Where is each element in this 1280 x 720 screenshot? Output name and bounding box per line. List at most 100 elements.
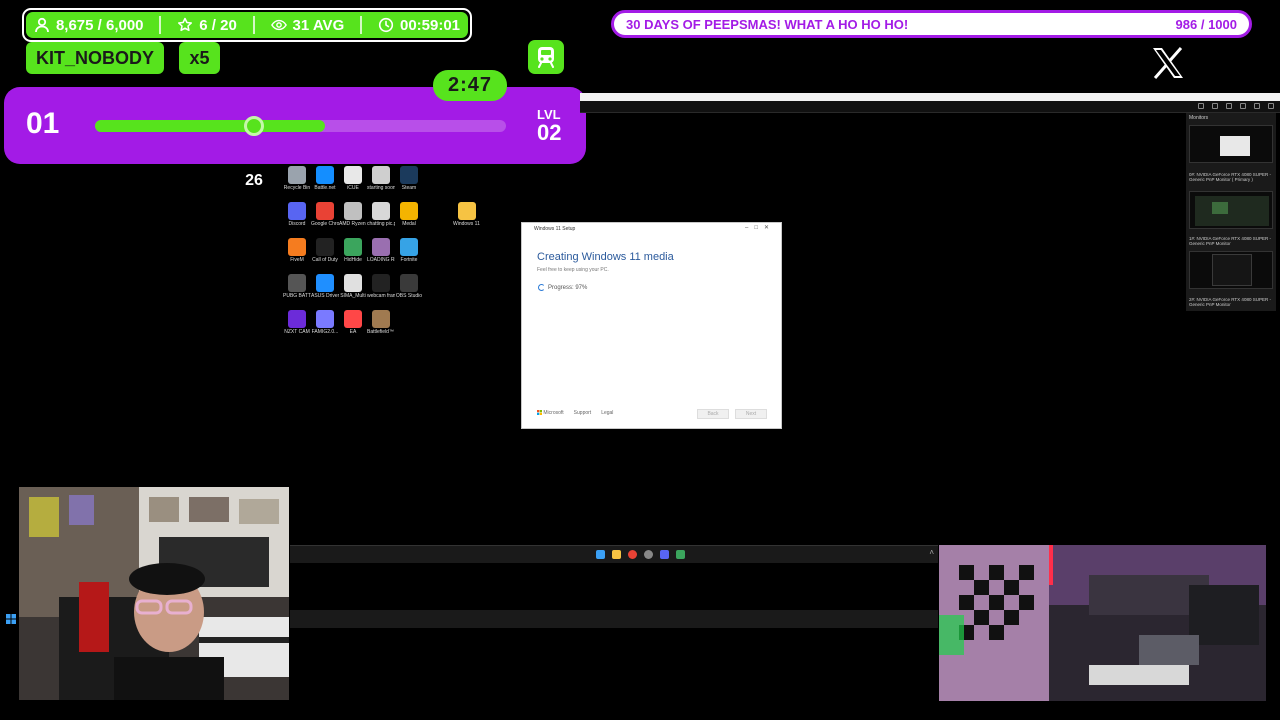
battlefield-icon bbox=[372, 310, 390, 328]
stream-stats-bar: 8,675 / 6,000 6 / 20 31 AVG 00:59:01 bbox=[22, 8, 472, 42]
desktop-icon[interactable]: chatting pic.png bbox=[367, 202, 395, 227]
desktop-icon[interactable]: Steam bbox=[395, 166, 423, 191]
desktop-icon-label: SIMA_Multi bbox=[340, 293, 366, 299]
video-file-icon bbox=[372, 238, 390, 256]
video-file-icon bbox=[372, 166, 390, 184]
desktop-icon[interactable]: EA bbox=[339, 310, 367, 335]
desktop-icon[interactable]: FiveM bbox=[283, 238, 311, 263]
desktop-icon[interactable]: LOADING RF.mp4 bbox=[367, 238, 395, 263]
stars-value: 6 / 20 bbox=[199, 16, 237, 34]
close-icon[interactable]: ✕ bbox=[764, 225, 775, 231]
desktop-icon-label: Discord bbox=[288, 221, 306, 227]
settings-icon[interactable] bbox=[644, 550, 653, 559]
divider bbox=[252, 16, 255, 34]
eye-icon bbox=[270, 19, 287, 31]
desktop-icon[interactable]: webcam frame.png bbox=[367, 274, 395, 299]
toolbar-button[interactable] bbox=[1254, 103, 1260, 109]
minimize-icon[interactable]: – bbox=[745, 225, 754, 231]
desktop-icon[interactable]: NZXT CAM bbox=[283, 310, 311, 335]
desktop-icon[interactable]: ASUS DriverHub bbox=[311, 274, 339, 299]
desktop-icon[interactable]: FAMIG2.0... bbox=[311, 310, 339, 335]
setup-footer: Microsoft Support Legal bbox=[537, 410, 613, 416]
monitor-preview bbox=[1212, 254, 1252, 286]
star-icon bbox=[178, 17, 193, 32]
monitor-thumbnail[interactable] bbox=[1189, 251, 1273, 289]
medal-icon bbox=[400, 202, 418, 220]
desktop-icon-label: Windows 11 license Key... bbox=[453, 221, 481, 227]
desktop-icon[interactable]: Recycle Bin bbox=[283, 166, 311, 191]
taskbar: ˄ bbox=[290, 545, 938, 563]
support-link[interactable]: Support bbox=[574, 410, 592, 416]
webcam-scene bbox=[19, 487, 289, 700]
desktop-icon-label: webcam frame.png bbox=[367, 293, 395, 299]
toolbar-button[interactable] bbox=[1226, 103, 1232, 109]
next-button[interactable]: Next bbox=[735, 409, 767, 419]
hype-train-button[interactable] bbox=[528, 40, 564, 74]
desktop-icon[interactable]: PUBG BATTLEGR... bbox=[283, 274, 311, 299]
desktop-icon[interactable]: Medal bbox=[395, 202, 423, 227]
steam-icon bbox=[400, 166, 418, 184]
app-icon[interactable] bbox=[676, 550, 685, 559]
desktop-icon-label: chatting pic.png bbox=[367, 221, 395, 227]
room-scene bbox=[939, 545, 1266, 701]
toolbar-button[interactable] bbox=[1198, 103, 1204, 109]
train-icon bbox=[538, 47, 554, 68]
spinner-icon bbox=[538, 284, 545, 291]
desktop-icon-label: NZXT CAM bbox=[284, 329, 310, 335]
monitor-thumbnail[interactable] bbox=[1189, 191, 1273, 229]
monitors-panel: Monitors 0#: NVIDIA GeForce RTX 4080 SUP… bbox=[1186, 113, 1276, 311]
uptime-value: 00:59:01 bbox=[399, 16, 461, 34]
monitor-thumbnail[interactable] bbox=[1189, 125, 1273, 163]
viewers-value: 31 AVG bbox=[292, 16, 345, 34]
setup-buttons: Back Next bbox=[697, 409, 767, 419]
desktop-icon-label: HidHide bbox=[344, 257, 362, 263]
desktop-icon[interactable]: Battle.net bbox=[311, 166, 339, 191]
level-track: 26 bbox=[95, 116, 506, 189]
desktop-icon-label: EA bbox=[349, 329, 357, 335]
desktop-icon[interactable]: Google Chrome bbox=[311, 202, 339, 227]
discord-icon[interactable] bbox=[660, 550, 669, 559]
sima-icon bbox=[344, 274, 362, 292]
uptime-stat: 00:59:01 bbox=[378, 17, 460, 34]
desktop-icon-label: Recycle Bin bbox=[283, 185, 311, 191]
desktop-icon[interactable]: SIMA_Multi bbox=[339, 274, 367, 299]
start-icon[interactable] bbox=[596, 550, 605, 559]
windows-setup-dialog: Windows 11 Setup –□✕ Creating Windows 11… bbox=[521, 222, 782, 429]
desktop-icon[interactable]: Discord bbox=[283, 202, 311, 227]
followers-stat: 8,675 / 6,000 bbox=[34, 17, 144, 34]
back-button[interactable]: Back bbox=[697, 409, 729, 419]
desktop-icon[interactable]: Windows 11 license Key... bbox=[453, 202, 481, 227]
chrome-icon[interactable] bbox=[628, 550, 637, 559]
file-explorer-icon[interactable] bbox=[612, 550, 621, 559]
desktop-icon[interactable]: Fortnite bbox=[395, 238, 423, 263]
desktop-top-edge bbox=[580, 93, 1280, 101]
desktop-icon[interactable]: starting soon.mp4 bbox=[367, 166, 395, 191]
desktop-icon-label: FAMIG2.0... bbox=[311, 329, 339, 335]
monitor-preview bbox=[1220, 136, 1250, 156]
toolbar-button[interactable] bbox=[1268, 103, 1274, 109]
maximize-icon[interactable]: □ bbox=[754, 225, 764, 231]
desktop-icon[interactable]: HidHide bbox=[339, 238, 367, 263]
desktop-icon[interactable]: Call of Duty bbox=[311, 238, 339, 263]
desktop-icon[interactable]: OBS Studio bbox=[395, 274, 423, 299]
toolbar-button[interactable] bbox=[1240, 103, 1246, 109]
windows-icon[interactable] bbox=[6, 614, 16, 624]
chevron-up-icon[interactable]: ˄ bbox=[929, 548, 934, 557]
desktop-icon-label: AMD Ryzen Master bbox=[339, 221, 367, 227]
recycle-bin-icon bbox=[288, 166, 306, 184]
divider bbox=[159, 16, 162, 34]
followers-value: 8,675 / 6,000 bbox=[55, 16, 144, 34]
setup-subheading: Feel free to keep using your PC. bbox=[537, 267, 609, 273]
pubg-icon bbox=[288, 274, 306, 292]
desktop-icon-label: iCUE bbox=[347, 185, 359, 191]
desktop-icon[interactable]: iCUE bbox=[339, 166, 367, 191]
toolbar-button[interactable] bbox=[1212, 103, 1218, 109]
desktop-icon[interactable]: AMD Ryzen Master bbox=[339, 202, 367, 227]
desktop-icon[interactable]: Battlefield™ 6 bbox=[367, 310, 395, 335]
window-controls: –□✕ bbox=[745, 224, 775, 231]
amd-icon bbox=[344, 202, 362, 220]
x-logo-icon bbox=[1153, 47, 1183, 79]
monitor-label: 1#: NVIDIA GeForce RTX 4080 SUPER - Gene… bbox=[1189, 236, 1271, 246]
legal-link[interactable]: Legal bbox=[601, 410, 613, 416]
divider bbox=[360, 16, 363, 34]
